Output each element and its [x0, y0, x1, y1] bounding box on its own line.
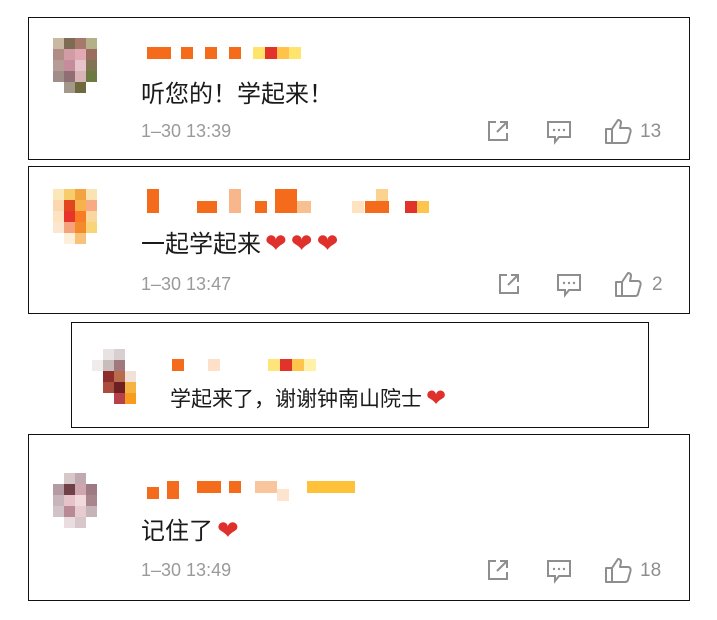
comment-card: 记住了 ❤ 1–30 13:49 18 — [28, 434, 690, 601]
thumbs-up-icon[interactable] — [603, 555, 633, 585]
comment-text: 一起学起来 ❤❤❤ — [141, 229, 343, 259]
avatar[interactable] — [92, 349, 136, 409]
share-icon[interactable] — [485, 557, 511, 583]
avatar[interactable] — [53, 38, 97, 108]
avatar[interactable] — [53, 189, 97, 259]
comment-timestamp: 1–30 13:47 — [141, 274, 232, 294]
comment-icon[interactable] — [545, 557, 573, 585]
comment-card: 一起学起来 ❤❤❤ 1–30 13:47 2 — [28, 166, 690, 314]
username-redacted[interactable] — [172, 359, 332, 373]
like-count: 18 — [640, 560, 662, 581]
thumbs-up-icon[interactable] — [603, 116, 633, 146]
username-redacted[interactable] — [147, 481, 397, 501]
heart-emoji: ❤ — [426, 384, 447, 412]
thumbs-up-icon[interactable] — [613, 269, 643, 299]
comment-text: 听您的！学起来！ — [141, 80, 333, 108]
like-count: 13 — [640, 121, 662, 142]
reply-card: 学起来了，谢谢钟南山院士 ❤ — [71, 322, 649, 428]
comment-timestamp: 1–30 13:49 — [141, 560, 232, 580]
comment-icon[interactable] — [545, 118, 573, 146]
username-redacted[interactable] — [147, 47, 307, 61]
comment-card: 听您的！学起来！ 1–30 13:39 13 — [28, 17, 690, 160]
comment-timestamp: 1–30 13:39 — [141, 121, 232, 141]
heart-emoji: ❤❤❤ — [265, 229, 343, 259]
like-count: 2 — [652, 274, 663, 295]
comment-text: 记住了 ❤ — [141, 516, 239, 546]
share-icon[interactable] — [485, 118, 511, 144]
username-redacted[interactable] — [147, 189, 437, 213]
share-icon[interactable] — [496, 271, 522, 297]
avatar[interactable] — [53, 473, 97, 539]
comment-text: 学起来了，谢谢钟南山院士 ❤ — [170, 384, 447, 412]
heart-emoji: ❤ — [217, 516, 239, 546]
comment-icon[interactable] — [555, 271, 583, 299]
